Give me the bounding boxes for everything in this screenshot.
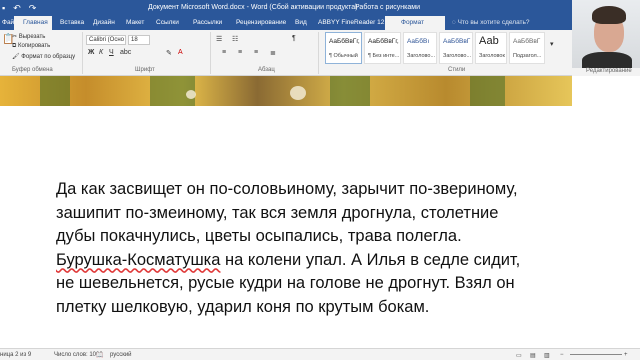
webcam-overlay (572, 0, 640, 68)
page-indicator[interactable]: ница 2 из 9 (0, 352, 31, 358)
ribbon-tabs: Файл Главная Вставка Дизайн Макет Ссылки… (0, 16, 572, 30)
separator (82, 32, 83, 74)
save-icon[interactable]: ▪ (2, 3, 5, 13)
zoom-out-icon[interactable]: − (560, 352, 564, 358)
misspelled-word[interactable]: Бурушка-Косматушка (56, 251, 220, 269)
tab-design[interactable]: Дизайн (93, 19, 115, 26)
font-color-button[interactable]: A (178, 49, 183, 56)
quick-access-toolbar: ▪ ↶ ↷ (2, 3, 36, 13)
title-bar: ▪ ↶ ↷ Документ Microsoft Word.docx - Wor… (0, 0, 572, 16)
zoom-in-icon[interactable]: + (624, 352, 628, 358)
tab-mailings[interactable]: Рассылки (193, 19, 222, 26)
font-size-select[interactable]: 18 (128, 35, 150, 45)
read-mode-icon[interactable]: ▭ (516, 352, 522, 359)
tell-me-search[interactable]: ◌ Что вы хотите сделать? (452, 19, 530, 26)
highlight-icon[interactable]: ✎ (166, 49, 172, 57)
tab-abbyy[interactable]: ABBYY FineReader 12 (318, 19, 384, 26)
text-line: не шевельнется, русые кудри на голове не… (56, 274, 515, 292)
font-name-select[interactable]: Calibri (Осно (86, 35, 126, 45)
redo-icon[interactable]: ↷ (29, 3, 37, 13)
proofing-icon[interactable]: 📖 (96, 352, 103, 359)
style-subtitle[interactable]: АаБбВвГ Подзагол... (509, 32, 545, 64)
document-title: Документ Microsoft Word.docx - Word (Сбо… (148, 4, 358, 11)
style-title[interactable]: Ааb Заголовок (475, 32, 507, 64)
copy-button[interactable]: ⧉ Копировать (12, 43, 50, 50)
show-marks-icon[interactable]: ¶ (292, 35, 296, 42)
text-line: Да как засвищет он по-соловьиному, зарыч… (56, 180, 518, 198)
style-heading-2[interactable]: АаБбВвГ Заголово... (439, 32, 473, 64)
tab-view[interactable]: Вид (295, 19, 307, 26)
clipboard-group-label: Буфер обмена (12, 67, 53, 73)
status-bar: ница 2 из 9 Число слов: 1009 📖 русский ▭… (0, 348, 640, 360)
tab-format[interactable]: Формат (385, 16, 445, 30)
styles-more-icon[interactable]: ▾ (550, 40, 554, 48)
text-line: дубы покачнулись, цветы осыпались, трава… (56, 227, 462, 245)
tab-review[interactable]: Рецензирование (236, 19, 286, 26)
style-heading-1[interactable]: АаБбВı Заголово... (403, 32, 437, 64)
bullets-icon[interactable]: ☰ (216, 35, 222, 43)
tab-references[interactable]: Ссылки (156, 19, 179, 26)
document-picture[interactable] (0, 76, 572, 106)
style-normal[interactable]: АаБбВвГг, ¶ Обычный (325, 32, 362, 64)
separator (210, 32, 211, 74)
bold-button[interactable]: Ж (88, 49, 94, 56)
brush-icon: 🖌 (12, 54, 22, 60)
ribbon-home: 📋 ✂ Вырезать ⧉ Копировать 🖌 Формат по об… (0, 30, 572, 76)
web-layout-icon[interactable]: ▥ (544, 352, 550, 359)
strikethrough-button[interactable]: abc (120, 49, 131, 56)
scissors-icon: ✂ (12, 34, 19, 40)
tab-insert[interactable]: Вставка (60, 19, 84, 26)
text-line: Бурушка-Косматушка на колени упал. А Иль… (56, 250, 521, 269)
style-no-spacing[interactable]: АаБбВвГг, ¶ Без инте... (364, 32, 401, 64)
underline-button[interactable]: Ч (109, 49, 114, 56)
align-left-icon[interactable]: ≡ (222, 49, 226, 56)
picture-tools-context-title: Работа с рисунками (355, 4, 420, 11)
text-line: зашипит по-змеиному, так вся земля дрогн… (56, 203, 499, 222)
italic-button[interactable]: К (99, 49, 103, 56)
print-layout-icon[interactable]: ▤ (530, 352, 536, 359)
font-group-label: Шрифт (135, 67, 155, 73)
tab-home[interactable]: Главная (14, 16, 52, 30)
paragraph-group-label: Абзац (258, 67, 275, 73)
undo-icon[interactable]: ↶ (13, 3, 21, 13)
tab-layout[interactable]: Макет (126, 19, 144, 26)
zoom-slider[interactable] (570, 354, 622, 355)
document-text[interactable]: Да как засвищет он по-соловьиному, зарыч… (56, 178, 596, 319)
numbering-icon[interactable]: ☷ (232, 35, 238, 43)
align-right-icon[interactable]: ≡ (254, 49, 258, 56)
document-page[interactable]: Да как засвищет он по-соловьиному, зарыч… (0, 106, 640, 348)
cut-button[interactable]: ✂ Вырезать (12, 33, 45, 40)
styles-group-label: Стили (448, 67, 466, 73)
editing-group-label: Редактирование (586, 68, 632, 74)
text-line: плетку шелковую, ударил коня по крутым б… (56, 297, 430, 316)
align-center-icon[interactable]: ≡ (238, 49, 242, 56)
format-painter-button[interactable]: 🖌 Формат по образцу (12, 53, 75, 60)
separator (318, 32, 319, 74)
justify-icon[interactable]: ≣ (270, 49, 276, 57)
language-indicator[interactable]: русский (110, 352, 132, 358)
